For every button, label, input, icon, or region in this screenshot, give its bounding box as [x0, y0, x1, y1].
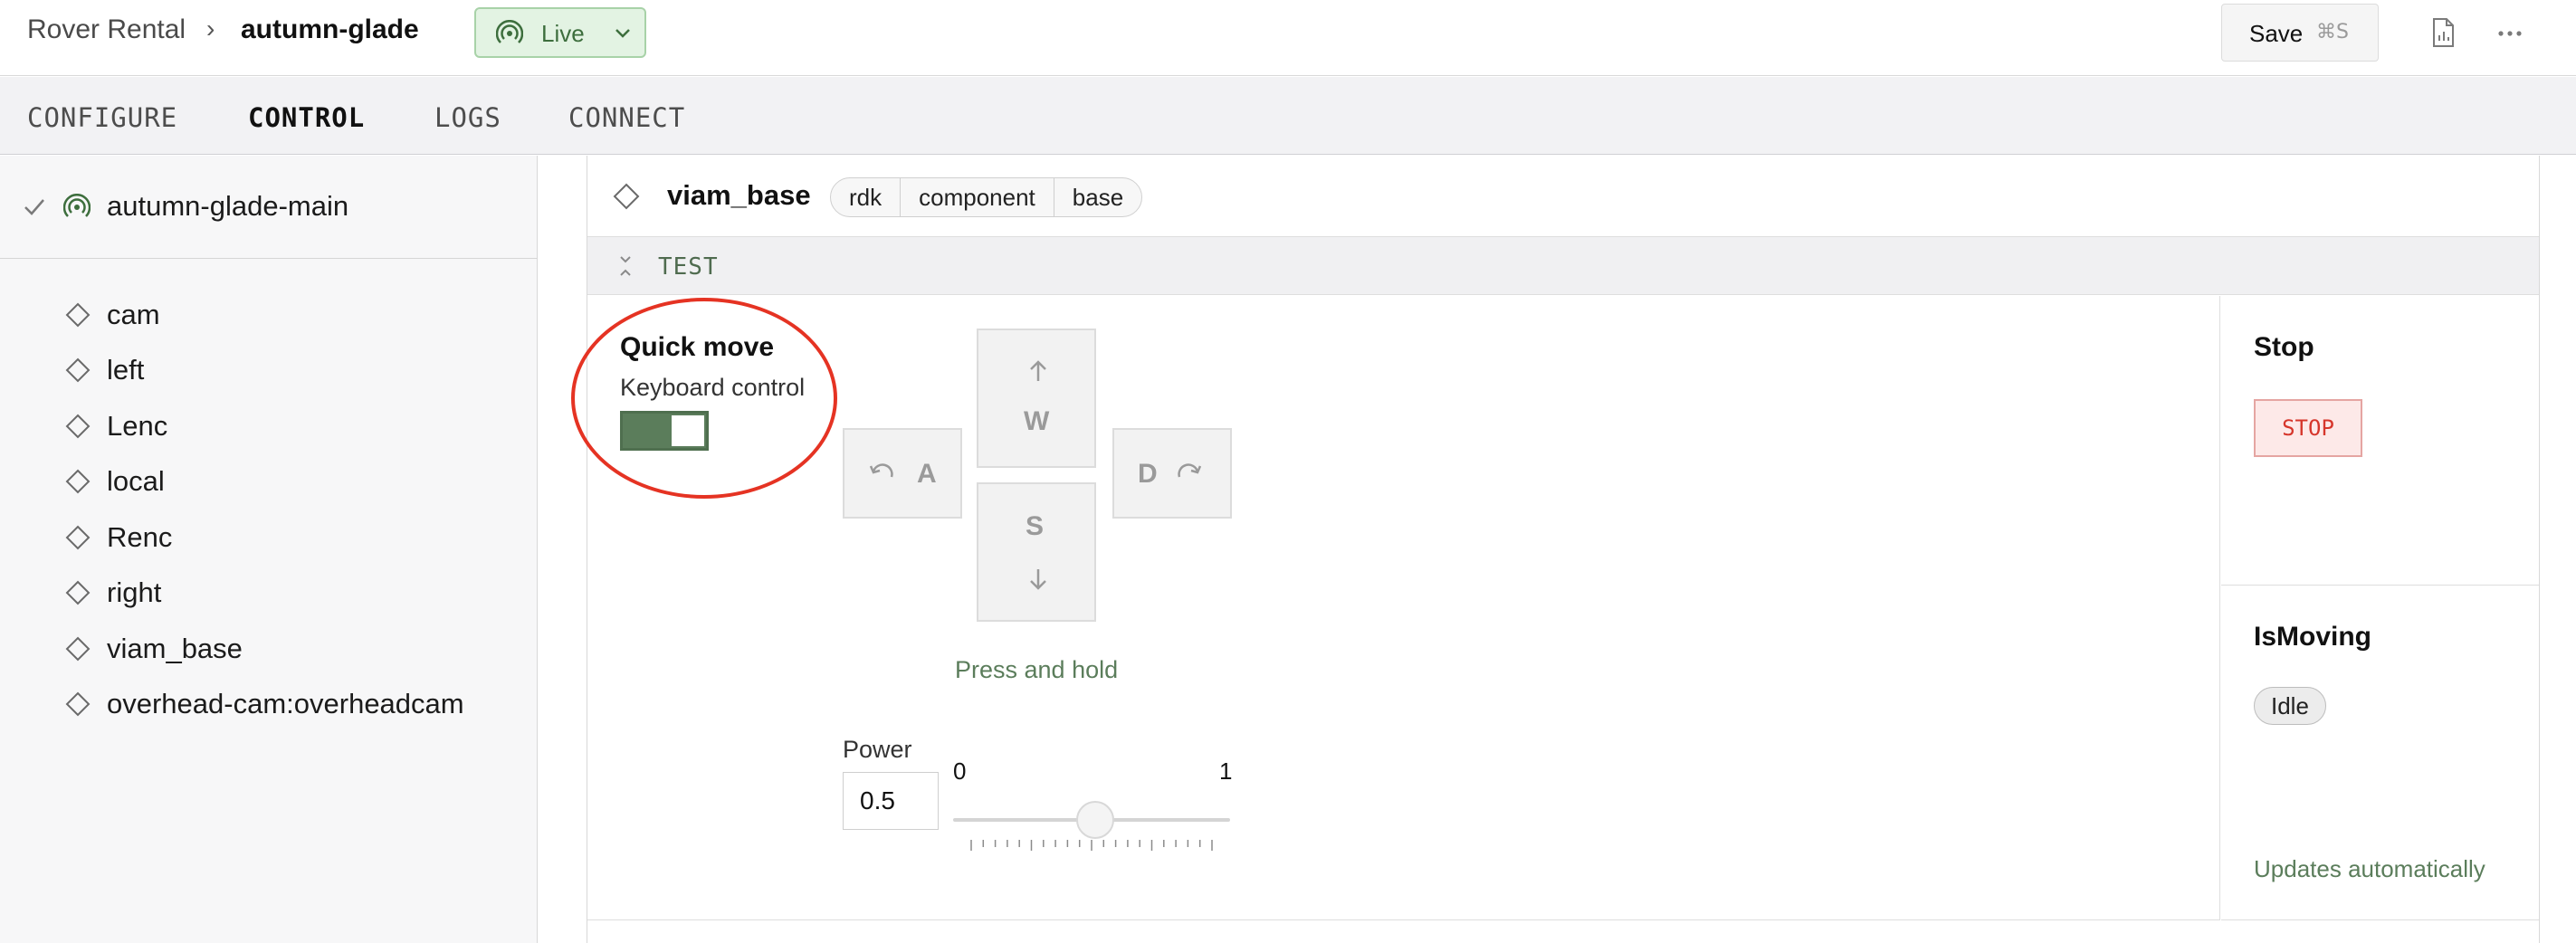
stop-title: Stop [2254, 332, 2314, 362]
collapse-icon [620, 256, 631, 276]
key-d-label: D [1138, 459, 1158, 489]
signal-icon [63, 194, 91, 217]
key-a-label: A [917, 459, 937, 489]
sidebar-machine-label: autumn-glade-main [107, 190, 349, 222]
keyboard-control-toggle[interactable] [620, 411, 709, 451]
toggle-knob [672, 415, 704, 446]
component-name: viam_base [667, 179, 811, 211]
key-a-button[interactable]: A [843, 428, 962, 519]
key-w-button[interactable]: W [977, 329, 1096, 468]
document-chart-icon[interactable] [2428, 16, 2458, 49]
sidebar-item-left[interactable]: left [0, 347, 538, 395]
save-button[interactable]: Save ⌘S [2221, 4, 2379, 62]
sidebar-item-label: viam_base [107, 633, 243, 664]
arrow-up-icon [1030, 360, 1046, 381]
stop-section: Stop STOP [2221, 296, 2539, 586]
sidebar-item-viam-base[interactable]: viam_base [0, 625, 538, 674]
stop-button[interactable]: STOP [2254, 399, 2362, 457]
sidebar-item-label: overhead-cam:overheadcam [107, 688, 464, 719]
sidebar-item-label: local [107, 465, 165, 497]
arrow-down-icon [1030, 569, 1046, 590]
diamond-icon [65, 414, 91, 439]
diamond-icon [65, 525, 91, 550]
more-options-icon[interactable] [2495, 20, 2525, 47]
component-card-header[interactable]: viam_base rdk component base [587, 156, 2539, 237]
power-slider-max: 1 [1219, 757, 1233, 785]
live-status-dropdown[interactable]: Live [474, 7, 646, 58]
sidebar-item-label: Renc [107, 521, 173, 553]
power-input[interactable] [843, 772, 939, 830]
breadcrumb-machine: autumn-glade [241, 14, 419, 44]
component-card: viam_base rdk component base TEST Quick … [571, 156, 2540, 943]
key-w-label: W [1024, 406, 1050, 436]
sidebar-item-overhead-cam[interactable]: overhead-cam:overheadcam [0, 681, 538, 729]
sidebar: autumn-glade-main cam left Lenc local Re… [0, 156, 538, 943]
tab-configure[interactable]: CONFIGURE [27, 102, 177, 133]
signal-icon [496, 20, 523, 43]
power-slider-thumb[interactable] [1076, 801, 1114, 839]
sidebar-item-local[interactable]: local [0, 458, 538, 507]
tab-control[interactable]: CONTROL [248, 102, 365, 133]
quick-move-panel: Quick move Keyboard control W A S D Pres… [571, 296, 2220, 920]
test-section-toggle[interactable]: TEST [587, 237, 2539, 295]
diamond-icon [65, 580, 91, 605]
key-s-button[interactable]: S [977, 482, 1096, 622]
key-d-button[interactable]: D [1112, 428, 1232, 519]
sidebar-item-label: left [107, 354, 145, 386]
tab-logs[interactable]: LOGS [434, 102, 501, 133]
breadcrumb-separator: › [206, 14, 215, 43]
updates-automatically-note: Updates automatically [2254, 855, 2485, 882]
diamond-icon [65, 636, 91, 662]
is-moving-title: IsMoving [2254, 622, 2372, 652]
sidebar-item-label: right [107, 576, 162, 608]
key-s-label: S [1026, 511, 1045, 541]
save-shortcut-hint: ⌘S [2316, 21, 2349, 43]
tab-bar: CONFIGURE CONTROL LOGS CONNECT [0, 77, 2576, 155]
power-slider-ticks [970, 840, 1213, 851]
live-status-label: Live [541, 20, 585, 47]
status-column: Stop STOP IsMoving Idle Updates automati… [2221, 296, 2539, 920]
check-icon [24, 199, 44, 215]
rotate-left-icon [869, 463, 893, 478]
chevron-down-icon [615, 29, 630, 38]
power-label: Power [843, 736, 912, 763]
sidebar-machine-item[interactable]: autumn-glade-main [0, 156, 538, 259]
power-slider-min: 0 [953, 757, 967, 785]
diamond-icon [65, 302, 91, 328]
top-bar: Rover Rental › autumn-glade Live Save ⌘S [0, 0, 2576, 76]
breadcrumb-organization[interactable]: Rover Rental [27, 14, 186, 45]
diamond-icon [65, 469, 91, 494]
api-namespace: rdk [849, 184, 883, 211]
save-button-label: Save [2249, 20, 2304, 47]
quick-move-title: Quick move [620, 332, 775, 362]
test-section-label: TEST [658, 253, 719, 281]
keyboard-control-label: Keyboard control [620, 374, 806, 401]
press-and-hold-hint: Press and hold [955, 656, 1119, 683]
sidebar-item-label: Lenc [107, 410, 168, 442]
diamond-icon [65, 357, 91, 383]
api-breadcrumb: rdk component base [830, 177, 1143, 217]
rotate-right-icon [1178, 463, 1202, 478]
api-type: component [900, 178, 1054, 216]
sidebar-item-renc[interactable]: Renc [0, 514, 538, 563]
api-subtype: base [1053, 178, 1141, 216]
sidebar-item-right[interactable]: right [0, 569, 538, 618]
diamond-icon [613, 183, 640, 210]
sidebar-item-lenc[interactable]: Lenc [0, 403, 538, 452]
sidebar-item-label: cam [107, 299, 160, 330]
diamond-icon [65, 691, 91, 717]
sidebar-item-cam[interactable]: cam [0, 291, 538, 340]
is-moving-status-badge: Idle [2254, 687, 2326, 725]
tab-connect[interactable]: CONNECT [568, 102, 685, 133]
